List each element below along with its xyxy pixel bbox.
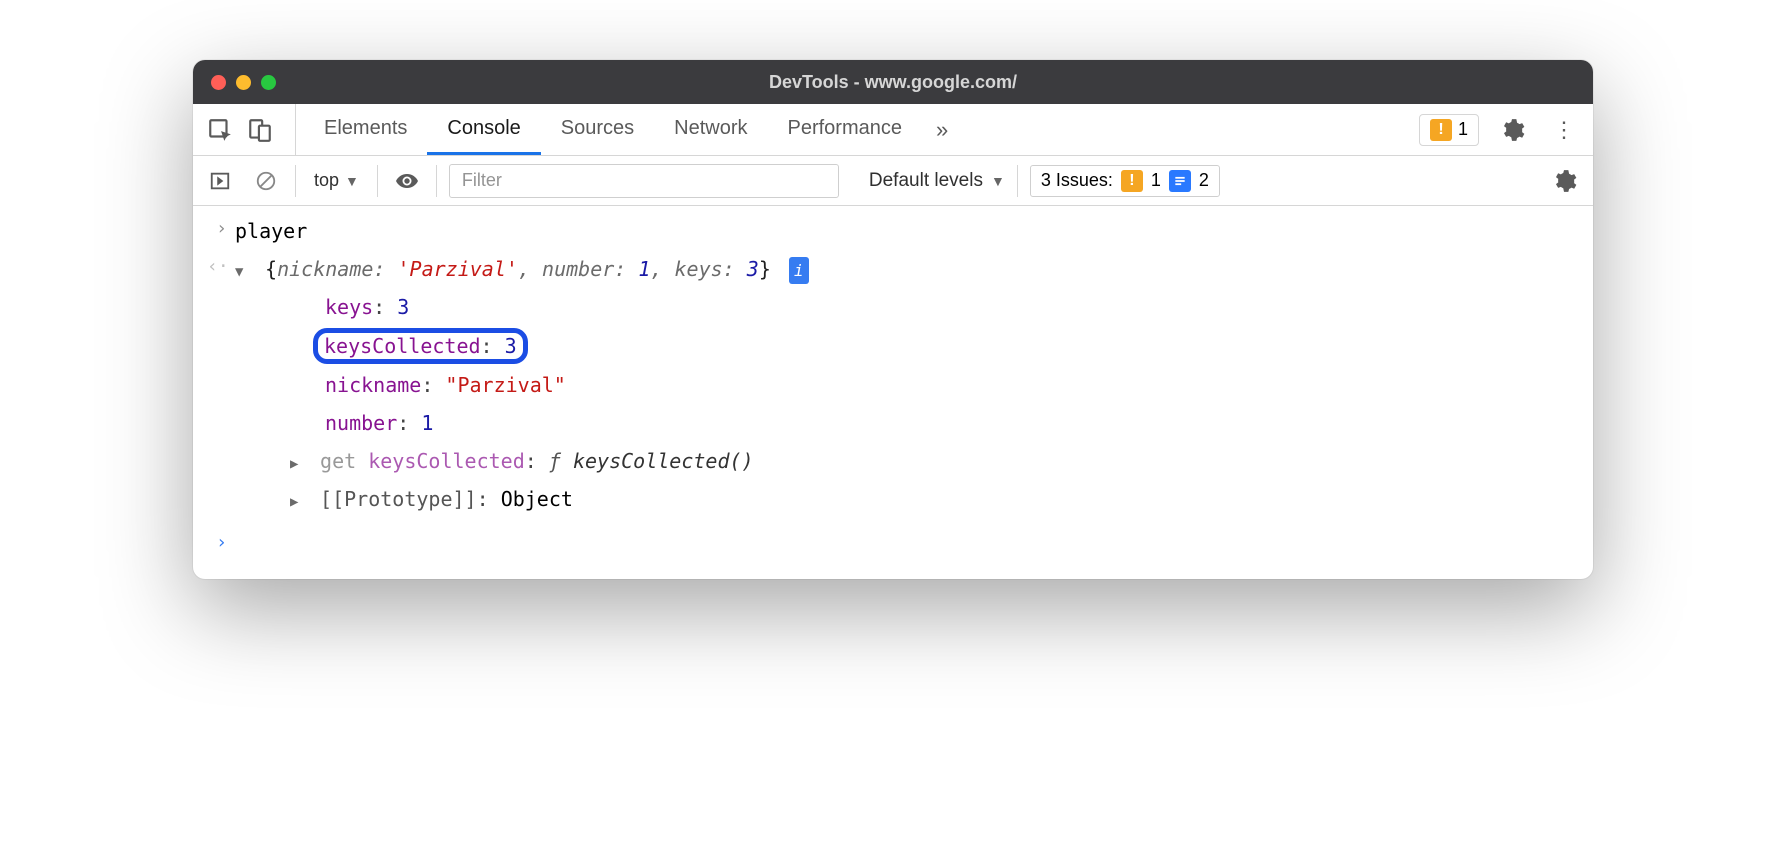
getter-keyword: get: [320, 449, 368, 473]
tab-network[interactable]: Network: [654, 104, 767, 155]
tabbar-left-tools: [203, 104, 296, 155]
object-summary[interactable]: {nickname: 'Parzival', number: 1, keys: …: [235, 252, 1579, 286]
live-expression-icon[interactable]: [390, 164, 424, 198]
minimize-icon[interactable]: [236, 75, 251, 90]
device-toggle-icon[interactable]: [243, 113, 277, 147]
summary-key: nickname:: [277, 257, 385, 281]
console-input-row: › player: [193, 212, 1593, 250]
expand-toggle-icon[interactable]: [235, 261, 251, 285]
console-body: › player ‹· {nickname: 'Parzival', numbe…: [193, 206, 1593, 579]
summary-val: 3: [747, 257, 759, 281]
property-name: number: [325, 411, 397, 435]
traffic-lights: [211, 75, 276, 90]
summary-key: number:: [542, 257, 626, 281]
maximize-icon[interactable]: [261, 75, 276, 90]
console-output-row: ‹· {nickname: 'Parzival', number: 1, key…: [193, 250, 1593, 288]
console-prompt-row[interactable]: ›: [193, 526, 1593, 561]
main-tabbar: Elements Console Sources Network Perform…: [193, 104, 1593, 156]
console-settings-gear-icon[interactable]: [1545, 168, 1583, 194]
prompt-chevron-icon: ›: [207, 214, 235, 248]
fn-name: keysCollected(): [573, 449, 754, 473]
property-value: 1: [421, 411, 433, 435]
log-levels-dropdown[interactable]: Default levels ▼: [869, 170, 1005, 192]
property-row: nickname: "Parzival": [193, 366, 1593, 404]
property-row: keys: 3: [193, 288, 1593, 326]
tab-console[interactable]: Console: [427, 104, 540, 155]
proto-value: Object: [501, 487, 573, 511]
issues-box[interactable]: 3 Issues: ! 1 2: [1030, 165, 1220, 197]
tab-performance[interactable]: Performance: [768, 104, 923, 155]
proto-label: [[Prototype]]: [320, 487, 477, 511]
console-input-text: player: [235, 214, 1579, 248]
console-toolbar: top ▼ Default levels ▼ 3 Issues: ! 1 2: [193, 156, 1593, 206]
property-value: "Parzival": [445, 373, 565, 397]
chevron-down-icon: ▼: [345, 173, 359, 189]
console-prompt-input[interactable]: [235, 528, 1579, 559]
expand-toggle-icon[interactable]: [290, 453, 306, 477]
warning-icon: !: [1430, 119, 1452, 141]
prototype-row: [[Prototype]]: Object: [193, 480, 1593, 518]
summary-key: keys:: [675, 257, 735, 281]
clear-console-icon[interactable]: [249, 164, 283, 198]
context-dropdown[interactable]: top ▼: [308, 170, 365, 191]
issues-label: 3 Issues:: [1041, 170, 1113, 191]
property-value: 3: [397, 295, 409, 319]
summary-val: 'Parzival': [398, 257, 518, 281]
expand-toggle-icon[interactable]: [290, 491, 306, 515]
chevron-down-icon: ▼: [991, 173, 1005, 189]
warning-icon: !: [1121, 170, 1143, 192]
fn-glyph: ƒ: [549, 449, 573, 473]
tab-elements[interactable]: Elements: [304, 104, 427, 155]
tabbar-right-tools: ! 1 ⋮: [1419, 114, 1583, 146]
output-chevron-icon: ‹·: [207, 252, 235, 286]
window-title: DevTools - www.google.com/: [769, 72, 1017, 93]
issue-pill[interactable]: ! 1: [1419, 114, 1479, 146]
tabs-overflow-icon[interactable]: »: [922, 104, 962, 155]
highlight-annotation: keysCollected: 3: [313, 328, 528, 364]
property-row: number: 1: [193, 404, 1593, 442]
kebab-menu-icon[interactable]: ⋮: [1545, 117, 1583, 143]
property-row-highlighted: keysCollected: 3: [193, 326, 1593, 366]
context-label: top: [314, 170, 339, 191]
tab-sources[interactable]: Sources: [541, 104, 654, 155]
issues-warn-count: 1: [1151, 170, 1161, 191]
property-name: nickname: [325, 373, 421, 397]
filter-input[interactable]: [449, 164, 839, 198]
toggle-sidebar-icon[interactable]: [203, 164, 237, 198]
getter-row: get keysCollected: ƒ keysCollected(): [193, 442, 1593, 480]
prompt-chevron-icon: ›: [207, 528, 235, 559]
getter-name: keysCollected: [368, 449, 525, 473]
levels-label: Default levels: [869, 170, 983, 192]
property-name: keysCollected: [324, 334, 481, 358]
titlebar: DevTools - www.google.com/: [193, 60, 1593, 104]
summary-val: 1: [638, 257, 650, 281]
panel-tabs: Elements Console Sources Network Perform…: [304, 104, 962, 155]
property-value: 3: [505, 334, 517, 358]
issue-pill-count: 1: [1458, 119, 1468, 140]
info-chip-icon[interactable]: i: [789, 257, 809, 284]
settings-gear-icon[interactable]: [1493, 117, 1531, 143]
close-icon[interactable]: [211, 75, 226, 90]
issues-info-count: 2: [1199, 170, 1209, 191]
info-icon: [1169, 170, 1191, 192]
devtools-window: DevTools - www.google.com/ Elements Cons…: [193, 60, 1593, 579]
inspect-element-icon[interactable]: [203, 113, 237, 147]
property-name: keys: [325, 295, 373, 319]
